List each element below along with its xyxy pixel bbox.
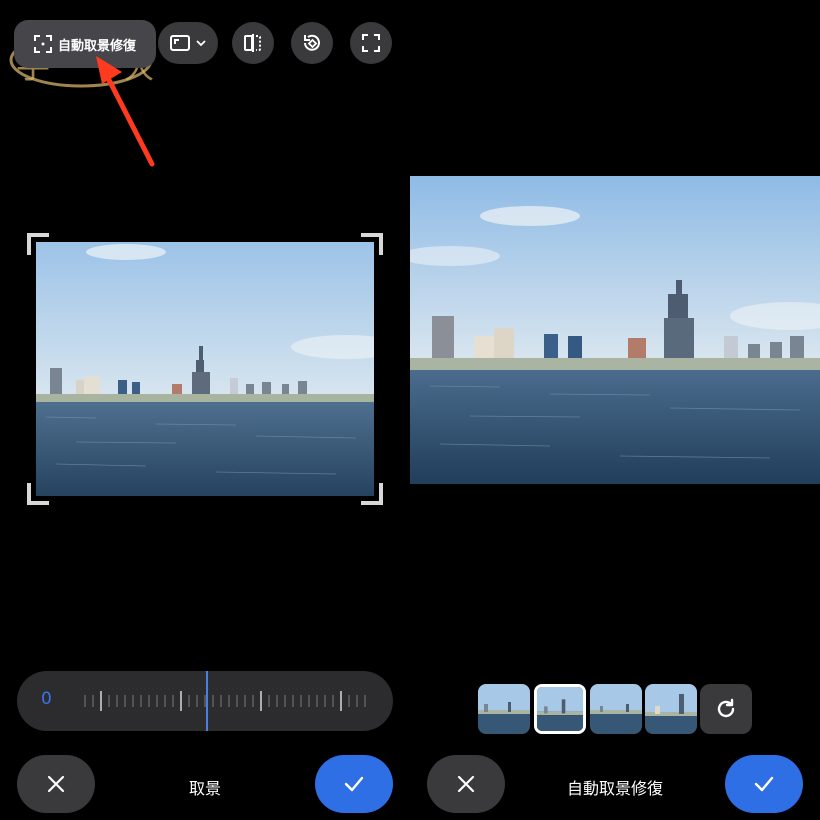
- annotation-arrow: [96, 56, 155, 167]
- auto-crop-confirm-button[interactable]: [725, 755, 803, 813]
- thumbnail-image: [478, 684, 530, 734]
- close-icon: [47, 775, 65, 793]
- close-icon: [457, 775, 475, 793]
- crop-mode-label: 取景: [188, 779, 221, 798]
- skyline-preview-image: [410, 176, 820, 484]
- crop-option-thumbnail[interactable]: [590, 684, 642, 734]
- slider-ticks: [84, 691, 366, 711]
- aspect-ratio-button[interactable]: [158, 22, 218, 64]
- checkmark-icon: [754, 776, 774, 792]
- auto-crop-mode-label: 自動取景修復: [566, 779, 663, 798]
- preview-photo: [410, 176, 820, 484]
- reset-button[interactable]: [700, 684, 752, 734]
- skyline-image: [36, 242, 374, 496]
- chevron-down-icon: [196, 40, 206, 47]
- crop-confirm-button[interactable]: [315, 755, 393, 813]
- thumbnail-image: [645, 684, 697, 734]
- crop-option-thumbnail-selected[interactable]: [534, 684, 586, 734]
- crop-handle-bottom-right[interactable]: [361, 483, 383, 505]
- auto-crop-icon: [33, 35, 52, 53]
- auto-crop-label: 自動取景修復: [57, 38, 136, 54]
- thumbnail-image: [537, 687, 583, 731]
- expand-button[interactable]: [350, 22, 392, 64]
- flip-icon: [244, 34, 261, 52]
- slider-value: 0: [41, 689, 52, 709]
- crop-handle-top-left[interactable]: [27, 233, 49, 255]
- refresh-icon: [717, 698, 735, 718]
- expand-icon: [362, 34, 380, 52]
- crop-photo[interactable]: [36, 242, 374, 496]
- aspect-ratio-icon: [170, 35, 190, 51]
- crop-option-thumbnail[interactable]: [478, 684, 530, 734]
- rotate-icon: [304, 34, 320, 51]
- checkmark-icon: [344, 776, 364, 792]
- rotate-button[interactable]: [291, 22, 333, 64]
- crop-handle-bottom-left[interactable]: [27, 483, 49, 505]
- thumbnail-image: [590, 684, 642, 734]
- straighten-slider[interactable]: 0: [17, 671, 393, 731]
- slider-indicator[interactable]: [206, 671, 208, 731]
- auto-crop-cancel-button[interactable]: [427, 755, 505, 813]
- crop-handle-top-right[interactable]: [361, 233, 383, 255]
- crop-option-thumbnail[interactable]: [645, 684, 697, 734]
- flip-button[interactable]: [232, 22, 274, 64]
- crop-cancel-button[interactable]: [17, 755, 95, 813]
